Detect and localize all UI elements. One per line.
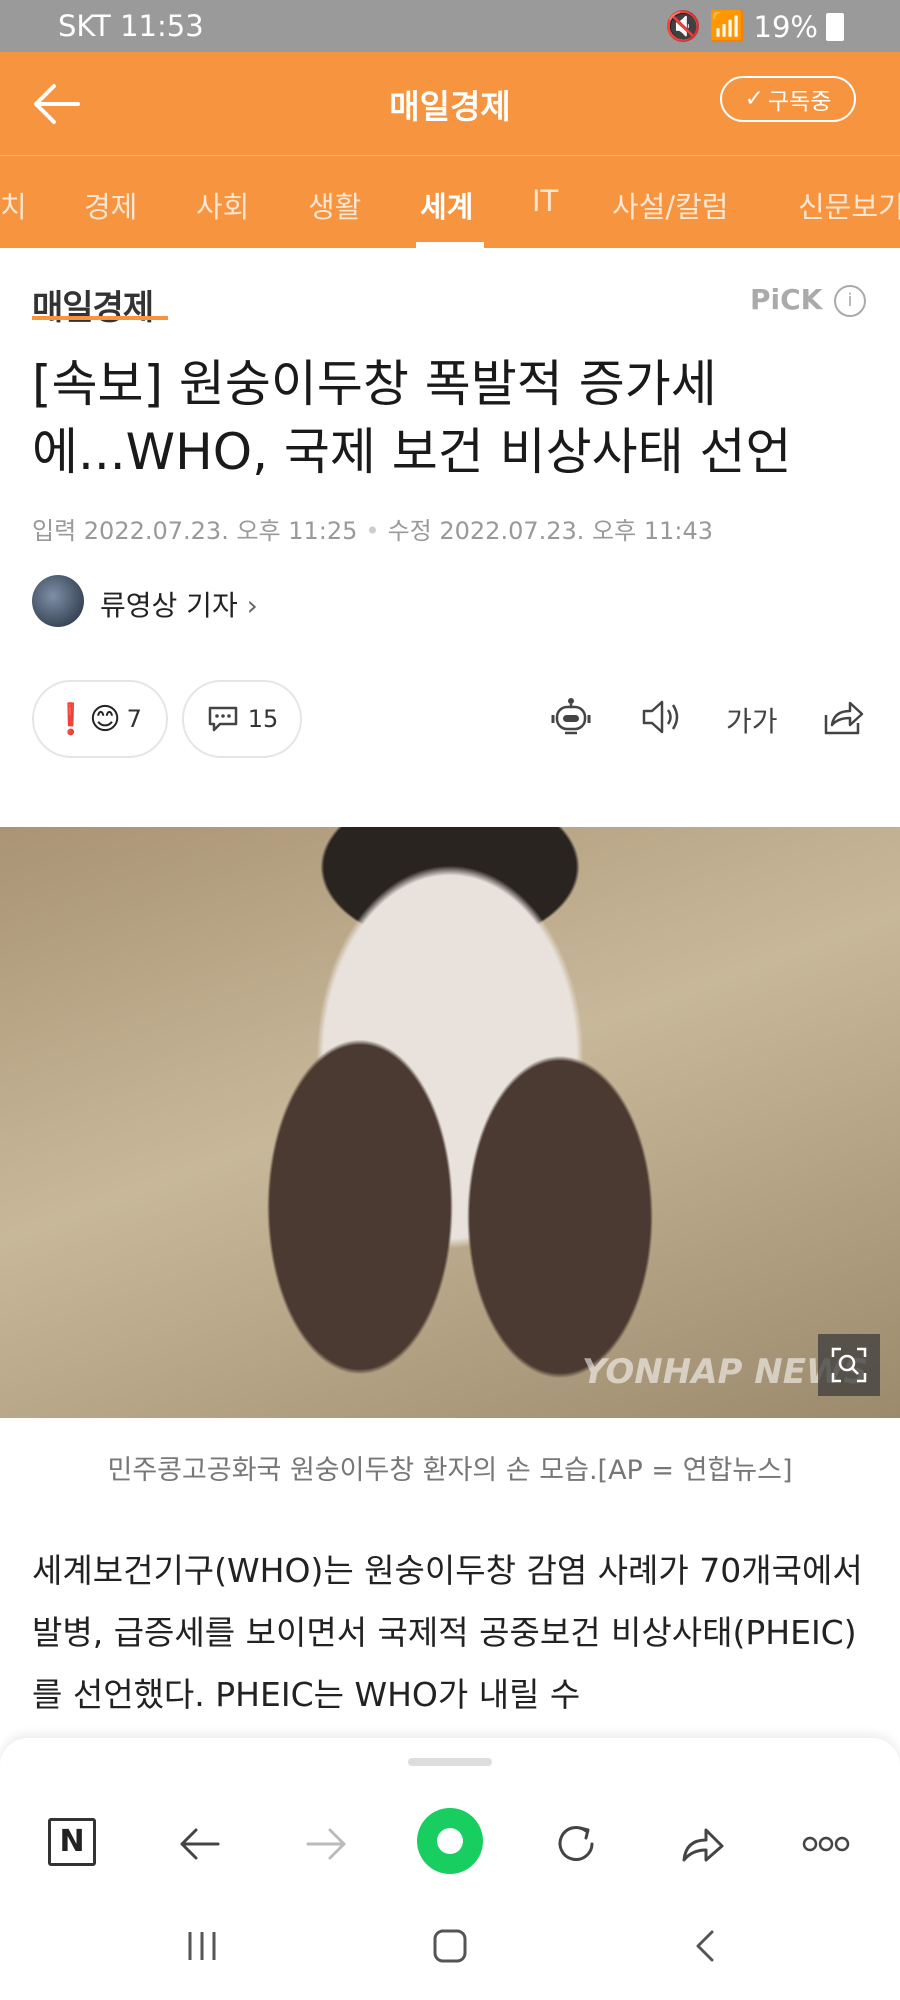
comment-button[interactable]: 15: [182, 680, 302, 758]
browser-bottom-bar: N: [0, 1738, 900, 2000]
wifi-icon: 📶: [709, 9, 746, 43]
reaction-count: 7: [126, 705, 142, 733]
forward-icon[interactable]: [300, 1818, 352, 1870]
comment-count: 15: [247, 705, 279, 733]
article-body: 세계보건기구(WHO)는 원숭이두창 감염 사례가 70개국에서 발병, 급증세…: [32, 1551, 863, 1714]
headline-line-2: 에...WHO, 국제 보건 비상사태 선언: [32, 423, 792, 481]
subscribe-button[interactable]: ✓ 구독중: [720, 76, 856, 122]
battery-level: 19%: [753, 9, 818, 44]
tab-politics[interactable]: 치: [0, 184, 27, 226]
article-headline: [속보] 원숭이두창 폭발적 증가세 에...WHO, 국제 보건 비상사태 선…: [32, 350, 872, 486]
refresh-icon[interactable]: [550, 1818, 602, 1870]
press-logo[interactable]: 매일경제: [32, 280, 154, 329]
article-dates: 입력 2022.07.23. 오후 11:25 • 수정 2022.07.23. 오…: [32, 511, 713, 546]
tab-editorial[interactable]: 사설/칼럼: [612, 184, 729, 226]
speaker-icon[interactable]: [638, 693, 686, 741]
press-logo-underline: [32, 316, 168, 320]
pick-label: PiCK: [750, 283, 823, 316]
more-icon[interactable]: [800, 1818, 852, 1870]
headline-line-1: [속보] 원숭이두창 폭발적 증가세: [32, 355, 717, 413]
share-icon[interactable]: [820, 693, 868, 741]
article-photo[interactable]: YONHAP NEWS: [0, 827, 900, 1418]
zoom-search-icon: [831, 1347, 867, 1383]
share-arrow-icon[interactable]: [676, 1818, 728, 1870]
green-dot-button[interactable]: [417, 1808, 483, 1874]
status-bar: SKT 11:53 🔇 📶 19%: [0, 0, 900, 52]
back-icon[interactable]: [174, 1818, 226, 1870]
active-tab-indicator: [416, 242, 484, 248]
chevron-right-icon: ›: [246, 589, 258, 622]
reaction-button[interactable]: ❗😊 7: [32, 680, 168, 758]
status-time: SKT 11:53: [58, 9, 204, 43]
edit-date: 수정 2022.07.23. 오후 11:43: [387, 517, 713, 545]
recent-apps-icon[interactable]: [182, 1926, 222, 1966]
check-icon: ✓: [744, 86, 764, 112]
reaction-emoji-icon: ❗😊: [52, 701, 121, 737]
summary-robot-icon[interactable]: [547, 693, 595, 741]
reporter-name: 류영상 기자: [100, 589, 238, 622]
subscribe-label: 구독중: [767, 89, 832, 115]
info-icon[interactable]: i: [834, 285, 866, 317]
input-date: 입력 2022.07.23. 오후 11:25: [32, 517, 358, 545]
date-separator: •: [365, 517, 380, 545]
font-size-button[interactable]: 가가: [726, 700, 778, 740]
tab-world[interactable]: 세계: [420, 184, 473, 226]
font-size-label: 가가: [726, 705, 778, 738]
app-header: 매일경제 ✓ 구독중: [0, 52, 900, 155]
comment-bubble-icon: [208, 706, 237, 732]
photo-caption: 민주콩고공화국 원숭이두창 환자의 손 모습.[AP = 연합뉴스]: [107, 1455, 793, 1486]
category-tabs: 치 경제 사회 생활 세계 IT 사설/칼럼 신문보기: [0, 155, 900, 248]
photo-zoom-button[interactable]: [818, 1334, 880, 1396]
tab-society[interactable]: 사회: [196, 184, 249, 226]
green-dot-center: [437, 1828, 463, 1854]
battery-icon: [826, 12, 844, 41]
reporter-link[interactable]: 류영상 기자 ›: [100, 584, 258, 624]
tab-economy[interactable]: 경제: [84, 184, 137, 226]
tab-newspaper[interactable]: 신문보기: [798, 184, 900, 226]
status-icons: 🔇 📶 19%: [665, 9, 844, 44]
naver-home-button[interactable]: N: [48, 1818, 96, 1866]
reporter-avatar[interactable]: [32, 575, 84, 627]
mute-icon: 🔇: [665, 9, 702, 43]
tab-life[interactable]: 생활: [308, 184, 361, 226]
sheet-handle[interactable]: [408, 1758, 492, 1766]
system-back-icon[interactable]: [686, 1926, 726, 1966]
home-icon[interactable]: [430, 1926, 470, 1966]
tab-it[interactable]: IT: [532, 184, 558, 218]
